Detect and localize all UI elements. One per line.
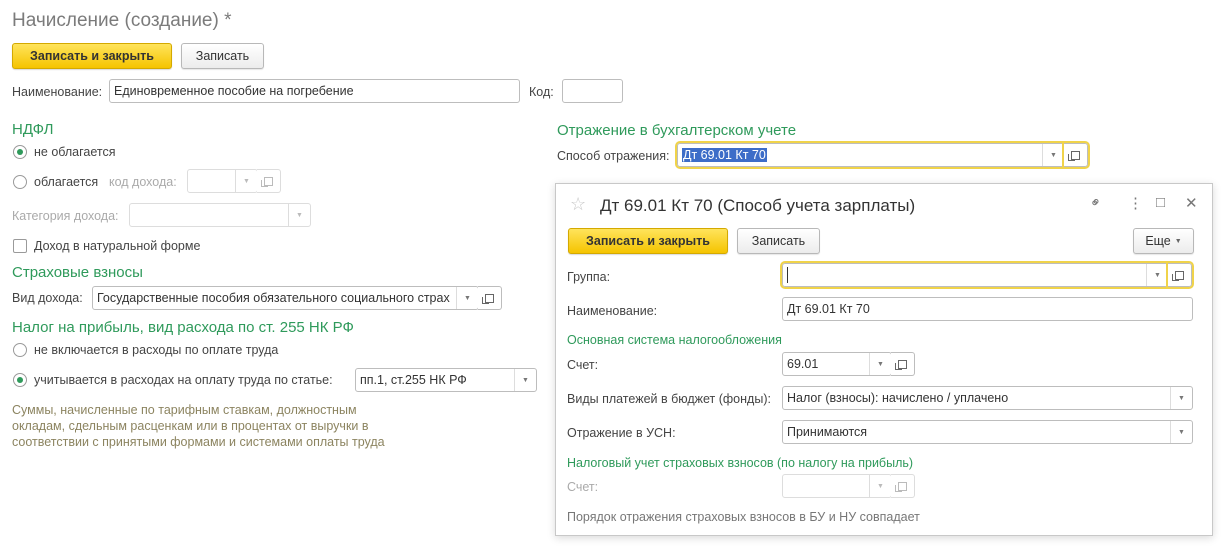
accounting-heading: Отражение в бухгалтерском учете: [557, 122, 797, 139]
accounting-method-dialog: ☆ Дт 69.01 Кт 70 (Способ учета зарплаты)…: [555, 183, 1213, 536]
dialog-name-value: Дт 69.01 Кт 70: [787, 302, 870, 316]
not-taxed-radio[interactable]: [13, 145, 27, 159]
save-button[interactable]: Записать: [181, 43, 264, 69]
payments-select[interactable]: Налог (взносы): начислено / уплачено ▼: [782, 386, 1193, 410]
name-input[interactable]: Единовременное пособие на погребение: [109, 79, 520, 103]
open-icon: [482, 293, 494, 304]
article-select[interactable]: пп.1, ст.255 НК РФ ▼: [355, 368, 537, 392]
method-open-button[interactable]: [1062, 141, 1090, 169]
name-value: Единовременное пособие на погребение: [114, 84, 354, 98]
open-icon: [895, 481, 907, 492]
open-icon: [261, 176, 273, 187]
open-button[interactable]: [257, 169, 281, 193]
dialog-more-button[interactable]: Еще ▼: [1133, 228, 1194, 254]
dropdown-arrow-icon[interactable]: ▼: [1170, 387, 1192, 409]
tax-account-select[interactable]: ▼: [782, 474, 892, 498]
code-input[interactable]: [562, 79, 623, 103]
not-taxed-label[interactable]: не облагается: [34, 145, 116, 159]
account-value: 69.01: [787, 357, 819, 371]
income-category-select[interactable]: ▼: [129, 203, 311, 227]
dialog-save-button[interactable]: Записать: [737, 228, 820, 254]
group-open-button[interactable]: [1166, 261, 1194, 289]
ndfl-heading: НДФЛ: [12, 121, 54, 138]
open-icon: [1068, 150, 1080, 161]
dropdown-arrow-icon[interactable]: ▼: [235, 170, 257, 192]
not-included-radio[interactable]: [13, 343, 27, 357]
dialog-save-and-close-button[interactable]: Записать и закрыть: [568, 228, 728, 254]
dropdown-arrow-icon[interactable]: ▼: [1170, 421, 1192, 443]
usn-value: Принимаются: [787, 425, 868, 439]
profit-tax-hint: Суммы, начисленные по тарифным ставкам, …: [12, 403, 385, 449]
text-caret: [787, 267, 788, 283]
name-label: Наименование:: [12, 85, 103, 99]
close-icon[interactable]: ✕: [1185, 194, 1198, 212]
profit-tax-heading: Налог на прибыль, вид расхода по ст. 255…: [12, 319, 354, 336]
link-icon[interactable]: ⚭: [1086, 192, 1106, 212]
account-open-button[interactable]: [891, 352, 915, 376]
favorite-star-icon[interactable]: ☆: [570, 194, 586, 215]
income-code-select[interactable]: ▼: [187, 169, 258, 193]
osn-heading: Основная система налогообложения: [567, 333, 782, 347]
dialog-name-input[interactable]: Дт 69.01 Кт 70: [782, 297, 1193, 321]
income-code-label: код дохода:: [109, 175, 177, 189]
dropdown-arrow-icon[interactable]: ▼: [288, 204, 310, 226]
group-select[interactable]: ▼: [780, 261, 1171, 289]
in-kind-checkbox[interactable]: [13, 239, 27, 253]
taxed-label[interactable]: облагается: [34, 175, 98, 189]
chevron-down-icon: ▼: [1174, 237, 1182, 245]
income-type-select[interactable]: Государственные пособия обязательного со…: [92, 286, 479, 310]
code-label: Код:: [529, 85, 554, 99]
dropdown-arrow-icon[interactable]: ▼: [869, 475, 891, 497]
usn-select[interactable]: Принимаются ▼: [782, 420, 1193, 444]
dropdown-arrow-icon[interactable]: ▼: [1146, 264, 1168, 286]
dialog-title: Дт 69.01 Кт 70 (Способ учета зарплаты): [600, 196, 916, 215]
tax-insurance-heading: Налоговый учет страховых взносов (по нал…: [567, 456, 914, 470]
usn-label: Отражение в УСН:: [567, 426, 676, 440]
method-select[interactable]: Дт 69.01 Кт 70 ▼: [675, 141, 1067, 169]
dropdown-arrow-icon[interactable]: ▼: [456, 287, 478, 309]
dropdown-arrow-icon[interactable]: ▼: [1042, 144, 1064, 166]
insurance-heading: Страховые взносы: [12, 264, 143, 281]
dialog-name-label: Наименование:: [567, 304, 658, 318]
save-and-close-button[interactable]: Записать и закрыть: [12, 43, 172, 69]
account-select[interactable]: 69.01 ▼: [782, 352, 892, 376]
method-label: Способ отражения:: [557, 149, 670, 163]
payments-label: Виды платежей в бюджет (фонды):: [567, 392, 771, 406]
income-category-label: Категория дохода:: [12, 209, 119, 223]
not-included-label[interactable]: не включается в расходы по оплате труда: [34, 343, 278, 357]
account-label: Счет:: [567, 358, 599, 372]
open-icon: [1172, 270, 1184, 281]
dropdown-arrow-icon[interactable]: ▼: [869, 353, 891, 375]
open-icon: [895, 359, 907, 370]
income-type-open-button[interactable]: [478, 286, 502, 310]
more-label: Еще: [1145, 234, 1171, 248]
method-value: Дт 69.01 Кт 70: [682, 148, 767, 162]
payments-value: Налог (взносы): начислено / уплачено: [787, 391, 1009, 405]
maximize-icon[interactable]: □: [1156, 194, 1165, 211]
income-type-label: Вид дохода:: [12, 291, 83, 305]
tax-account-open-button[interactable]: [891, 474, 915, 498]
included-label[interactable]: учитывается в расходах на оплату труда п…: [34, 373, 333, 387]
tax-insurance-note: Порядок отражения страховых взносов в БУ…: [567, 510, 920, 524]
dropdown-arrow-icon[interactable]: ▼: [514, 369, 536, 391]
income-type-value: Государственные пособия обязательного со…: [97, 291, 450, 305]
tax-account-label: Счет:: [567, 480, 599, 494]
article-value: пп.1, ст.255 НК РФ: [360, 373, 467, 387]
included-radio[interactable]: [13, 373, 27, 387]
taxed-radio[interactable]: [13, 175, 27, 189]
more-actions-icon[interactable]: ⋮: [1128, 194, 1143, 212]
group-label: Группа:: [567, 270, 611, 284]
form-title: Начисление (создание) *: [12, 10, 232, 31]
in-kind-label[interactable]: Доход в натуральной форме: [34, 239, 200, 253]
